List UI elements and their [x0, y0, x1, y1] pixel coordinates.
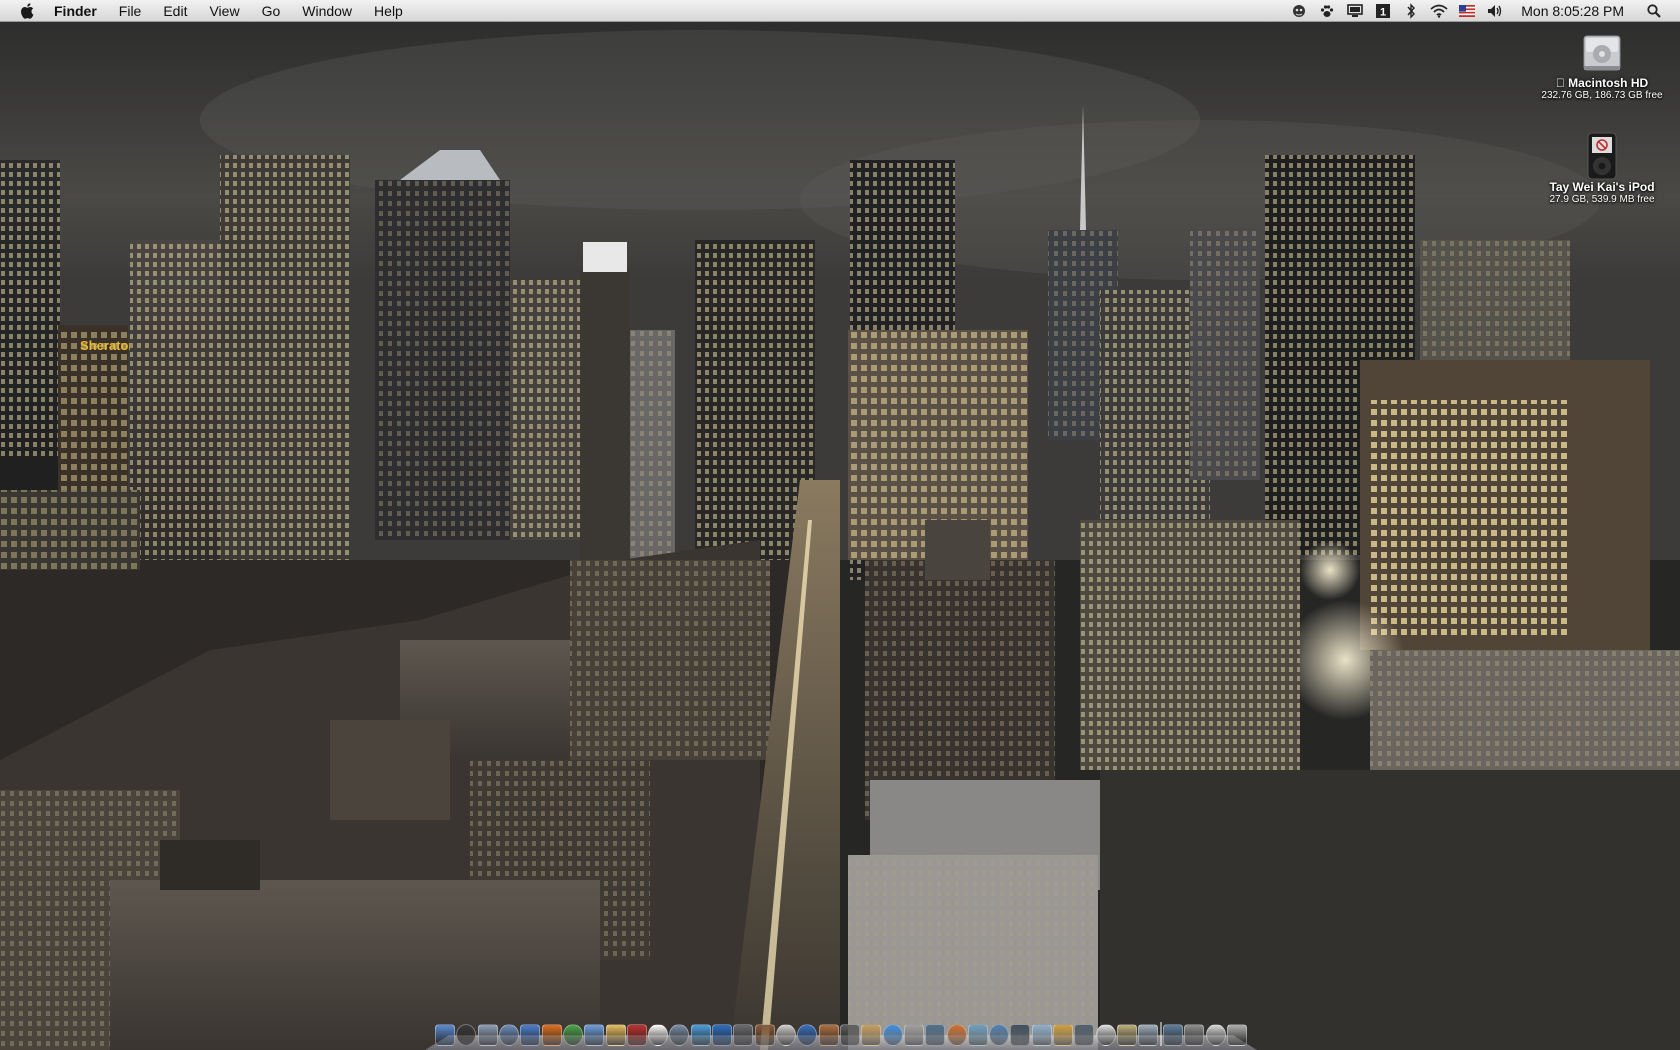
dock-app-icon[interactable] — [1184, 1024, 1205, 1046]
desktop-icon-label:  Macintosh HD — [1527, 76, 1677, 90]
dock-app-icon[interactable] — [882, 1024, 903, 1046]
status-menus: 1 Mon 8:05:28 PM — [1285, 0, 1680, 22]
menu-app-finder[interactable]: Finder — [52, 0, 108, 22]
dock-app-icon[interactable] — [1031, 1024, 1052, 1046]
macintosh-hd-label: Macintosh HD — [1561, 76, 1648, 90]
dock-app-icon[interactable] — [648, 1024, 669, 1046]
dock-app-icon[interactable] — [626, 1024, 647, 1046]
dock-app-icon[interactable] — [562, 1024, 583, 1046]
dock-app-icon[interactable] — [861, 1024, 882, 1046]
input-source-flag-icon[interactable] — [1456, 2, 1478, 20]
bluetooth-icon[interactable] — [1400, 2, 1422, 20]
menu-clock[interactable]: Mon 8:05:28 PM — [1521, 3, 1624, 19]
dock-app-icon[interactable] — [754, 1024, 775, 1046]
menu-view[interactable]: View — [198, 0, 250, 22]
paw-icon[interactable] — [1316, 2, 1338, 20]
apple-menu-icon[interactable] — [20, 2, 40, 19]
hard-drive-icon — [1581, 30, 1623, 76]
dock-app-icon[interactable] — [925, 1024, 946, 1046]
dock-app-icon[interactable] — [1074, 1024, 1095, 1046]
dock-app-icon[interactable] — [477, 1024, 498, 1046]
menu-edit[interactable]: Edit — [152, 0, 198, 22]
dock-app-icon[interactable] — [1053, 1024, 1074, 1046]
growl-icon[interactable] — [1288, 2, 1310, 20]
desktop-icon-macintosh-hd[interactable]:  Macintosh HD 232.76 GB, 186.73 GB free — [1527, 30, 1677, 102]
wifi-icon[interactable] — [1428, 2, 1450, 20]
dock-app-icon[interactable] — [584, 1024, 605, 1046]
dock-app-icon[interactable] — [1162, 1024, 1183, 1046]
dock-app-icon[interactable] — [1138, 1024, 1159, 1046]
volume-icon[interactable] — [1484, 2, 1506, 20]
dock-app-icon[interactable] — [776, 1024, 796, 1046]
desktop-icon-ipod[interactable]: Tay Wei Kai's iPod 27.9 GB, 539.9 MB fre… — [1527, 132, 1677, 206]
dock-app-icon[interactable] — [967, 1024, 988, 1046]
ipod-info: 27.9 GB, 539.9 MB free — [1549, 194, 1655, 205]
dock-app-icon[interactable] — [435, 1024, 455, 1046]
dock-app-icon[interactable] — [669, 1024, 690, 1046]
dock-app-icon[interactable] — [733, 1024, 754, 1046]
dock-app-icon[interactable] — [1010, 1024, 1031, 1046]
dock-app-icon[interactable] — [818, 1024, 839, 1046]
dock-app-icon[interactable] — [839, 1024, 860, 1046]
spotlight-search-icon[interactable] — [1643, 2, 1665, 20]
sheraton-sign: Sheraton — [80, 338, 136, 353]
dock-separator — [1159, 1022, 1162, 1046]
dock-app-icon[interactable] — [605, 1024, 626, 1046]
dock-app-icon[interactable] — [690, 1024, 711, 1046]
svg-text:1: 1 — [1380, 6, 1386, 18]
ipod-label: Tay Wei Kai's iPod — [1549, 180, 1655, 194]
dock-app-icon[interactable] — [498, 1024, 519, 1046]
menu-window[interactable]: Window — [291, 0, 363, 22]
dock-items — [435, 1020, 1247, 1046]
dock-app-icon[interactable] — [946, 1024, 967, 1046]
menu-bar: Finder File Edit View Go Window Help 1 M… — [0, 0, 1680, 22]
ipod-icon — [1587, 132, 1617, 180]
spaces-icon[interactable]: 1 — [1372, 2, 1394, 20]
display-icon[interactable] — [1344, 2, 1366, 20]
dock-app-icon[interactable] — [989, 1024, 1010, 1046]
city-skyline-illustration: Sheraton — [0, 0, 1680, 1050]
dock-app-icon[interactable] — [1117, 1024, 1137, 1046]
menu-file[interactable]: File — [108, 0, 153, 22]
dock-app-icon[interactable] — [1226, 1024, 1247, 1046]
dock-app-icon[interactable] — [1095, 1024, 1116, 1046]
dock — [425, 1018, 1257, 1050]
dock-app-icon[interactable] — [541, 1024, 562, 1046]
macintosh-hd-info: 232.76 GB, 186.73 GB free — [1541, 90, 1663, 101]
dock-app-icon[interactable] — [456, 1024, 477, 1046]
menu-go[interactable]: Go — [251, 0, 292, 22]
desktop-wallpaper: Sheraton — [0, 0, 1680, 1050]
apple-logo-icon:  — [1556, 76, 1565, 90]
menu-help[interactable]: Help — [363, 0, 414, 22]
dock-app-icon[interactable] — [520, 1024, 541, 1046]
dock-app-icon[interactable] — [903, 1024, 924, 1046]
dock-app-icon[interactable] — [797, 1024, 818, 1046]
dock-app-icon[interactable] — [1205, 1024, 1226, 1046]
dock-app-icon[interactable] — [712, 1024, 733, 1046]
